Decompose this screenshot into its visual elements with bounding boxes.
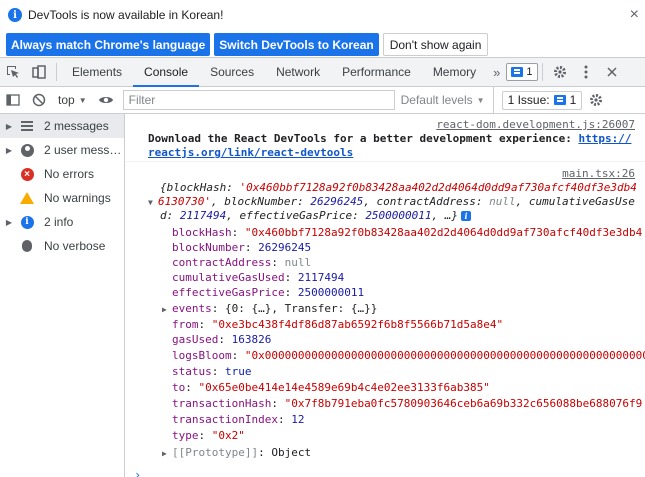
console-settings-gear-icon[interactable]: [586, 87, 606, 113]
property-row-transactionHash[interactable]: transactionHash: "0x7f8b791eba0fc5780903…: [172, 397, 642, 411]
object-summary-line3[interactable]: d: 2117494, effectiveGasPrice: 250000001…: [160, 209, 472, 223]
property-row-status[interactable]: status: true: [172, 365, 252, 379]
close-icon[interactable]: ×: [630, 6, 639, 24]
tabbar-divider: [56, 63, 57, 81]
context-selector[interactable]: top ▼: [52, 93, 93, 107]
issues-button[interactable]: 1 Issue: 1: [501, 90, 583, 110]
clear-console-icon[interactable]: [26, 87, 52, 113]
object-summary-line1[interactable]: {blockHash: '0x460bbf7128a92f0b83428aa40…: [160, 181, 637, 195]
infobar-buttons: Always match Chrome's language Switch De…: [6, 33, 489, 56]
property-row-from[interactable]: from: "0xe3bc438f4df86d87ab6592f6b8f5566…: [172, 318, 503, 332]
property-row-blockNumber[interactable]: blockNumber: 26296245: [172, 241, 311, 255]
language-infobar: i DevTools is now available in Korean! ×…: [0, 0, 645, 58]
property-row-blockHash[interactable]: blockHash: "0x460bbf7128a92f0b83428aa402…: [172, 226, 642, 240]
sidebar-item-user-messages[interactable]: ▶ 2 user mess…: [0, 138, 124, 162]
expand-arrow-icon[interactable]: ▶: [0, 122, 18, 131]
always-match-language-button[interactable]: Always match Chrome's language: [6, 33, 211, 56]
inspect-element-icon[interactable]: [0, 58, 26, 86]
close-devtools-icon[interactable]: [599, 58, 625, 86]
tab-sources[interactable]: Sources: [199, 58, 265, 87]
sidebar-item-label: 2 messages: [44, 119, 109, 133]
tabbar-divider-right: [541, 63, 543, 81]
sidebar-item-label: 2 info: [44, 215, 74, 229]
property-row-effectiveGasPrice[interactable]: effectiveGasPrice: 2500000011: [172, 286, 364, 300]
expand-arrow-icon[interactable]: ▶: [0, 146, 18, 155]
sidebar-item-label: No warnings: [44, 191, 111, 205]
more-tabs-icon[interactable]: »: [487, 65, 506, 80]
tab-console[interactable]: Console: [133, 58, 200, 87]
issue-flag-icon: [511, 67, 524, 77]
dont-show-again-button[interactable]: Don't show again: [382, 33, 489, 56]
sidebar-item-label: No errors: [44, 167, 95, 181]
property-row-events[interactable]: ▶ events: {0: {…}, Transfer: {…}}: [162, 302, 377, 316]
issue-flag-icon: [553, 95, 566, 105]
tab-memory[interactable]: Memory: [422, 58, 487, 87]
error-icon: ×: [20, 167, 34, 181]
console-prompt-icon[interactable]: ›: [134, 468, 141, 477]
issues-area: 1 Issue: 1: [492, 87, 607, 113]
property-row-prototype[interactable]: ▶ [[Prototype]]: Object: [162, 446, 311, 460]
property-row-transactionIndex[interactable]: transactionIndex: 12: [172, 413, 304, 427]
object-info-icon[interactable]: i: [461, 211, 472, 221]
sidebar-item-info[interactable]: ▶ i 2 info: [0, 210, 124, 234]
device-toolbar-icon[interactable]: [26, 58, 52, 86]
property-row-to[interactable]: to: "0x65e0be414e14e4589e69b4c4e02ee3133…: [172, 381, 490, 395]
issues-counter-button[interactable]: 1: [506, 63, 538, 81]
devtools-tabbar: Elements Console Sources Network Perform…: [0, 58, 645, 87]
property-row-gasUsed[interactable]: gasUsed: 163826: [172, 333, 271, 347]
devtools-link-part1[interactable]: https://: [578, 132, 631, 145]
expand-triangle-icon[interactable]: ▶: [162, 447, 172, 461]
property-row-contractAddress[interactable]: contractAddress: null: [172, 256, 311, 270]
more-options-icon[interactable]: [573, 58, 599, 86]
object-summary-line2[interactable]: ▼ 6130730', blockNumber: 26296245, contra…: [148, 195, 635, 209]
source-link[interactable]: main.tsx:26: [562, 167, 635, 180]
issues-label: 1 Issue:: [507, 93, 550, 107]
expand-triangle-icon[interactable]: ▼: [148, 196, 158, 210]
source-link[interactable]: react-dom.development.js:26007: [436, 118, 635, 131]
live-expression-eye-icon[interactable]: [93, 87, 119, 113]
info-icon: i: [8, 8, 22, 22]
expand-triangle-icon[interactable]: ▶: [162, 303, 172, 317]
property-row-logsBloom[interactable]: logsBloom: "0x00000000000000000000000000…: [172, 349, 645, 363]
tab-network[interactable]: Network: [265, 58, 331, 87]
list-icon: [21, 121, 33, 131]
log-levels-dropdown[interactable]: Default levels ▼: [401, 93, 493, 107]
message-body: Download the React DevTools for a better…: [148, 132, 572, 145]
console-toolbar: top ▼ Filter Default levels ▼ 1 Issue: 1: [0, 87, 645, 114]
property-row-type[interactable]: type: "0x2": [172, 429, 245, 443]
console-sidebar: ▶ 2 messages ▶ 2 user mess… × No errors …: [0, 114, 125, 477]
info-icon: i: [20, 215, 34, 229]
tab-performance[interactable]: Performance: [331, 58, 422, 87]
settings-gear-icon[interactable]: [547, 58, 573, 86]
message-text: Download the React DevTools for a better…: [148, 132, 640, 160]
sidebar-item-label: No verbose: [44, 239, 106, 253]
sidebar-item-errors[interactable]: × No errors: [0, 162, 124, 186]
log-levels-label: Default levels: [400, 93, 473, 107]
bug-icon: [22, 240, 32, 252]
tab-elements[interactable]: Elements: [61, 58, 133, 87]
console-output: react-dom.development.js:26007 Download …: [126, 114, 645, 477]
sidebar-item-warnings[interactable]: No warnings: [0, 186, 124, 210]
filter-input[interactable]: Filter: [122, 90, 395, 110]
infobar-message: DevTools is now available in Korean!: [28, 8, 224, 22]
console-message-react-devtools: react-dom.development.js:26007 Download …: [126, 114, 645, 162]
sidebar-item-label: 2 user mess…: [44, 143, 122, 157]
context-label: top: [58, 93, 75, 107]
sidebar-item-verbose[interactable]: No verbose: [0, 234, 124, 258]
chevron-down-icon: ▼: [78, 95, 87, 105]
switch-to-korean-button[interactable]: Switch DevTools to Korean: [214, 33, 379, 56]
issues-count: 1: [526, 66, 533, 78]
sidebar-item-messages[interactable]: ▶ 2 messages: [0, 114, 124, 138]
chevron-down-icon: ▼: [476, 95, 485, 105]
devtools-link-part2[interactable]: reactjs.org/link/react-devtools: [148, 146, 353, 159]
issues-count: 1: [569, 93, 577, 107]
sidebar-toggle-icon[interactable]: [0, 87, 26, 113]
property-row-cumulativeGasUsed[interactable]: cumulativeGasUsed: 2117494: [172, 271, 344, 285]
expand-arrow-icon[interactable]: ▶: [0, 218, 18, 227]
infobar-message-row: i DevTools is now available in Korean!: [8, 8, 223, 22]
warning-icon: [20, 192, 34, 204]
user-icon: [20, 143, 34, 157]
